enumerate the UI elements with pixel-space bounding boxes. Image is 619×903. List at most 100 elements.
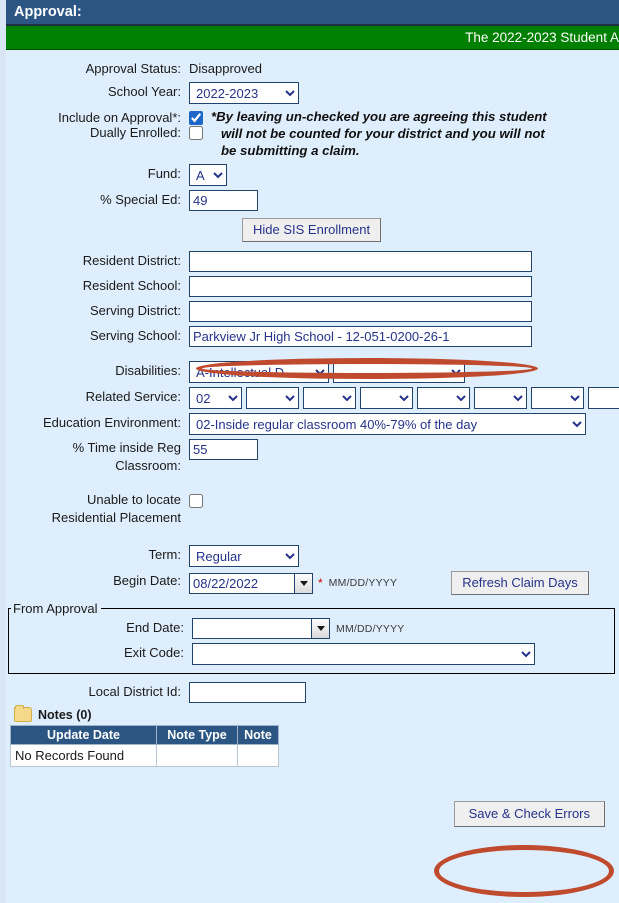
row-serving-district: Serving District: (6, 301, 619, 322)
row-pct-time-inside: % Time inside Reg Classroom: (6, 439, 619, 475)
notes-cell-update-date: No Records Found (10, 744, 157, 767)
resident-district-label: Resident District: (82, 253, 181, 268)
unable-to-locate-label: Unable to locate Residential Placement (6, 491, 189, 527)
unable-to-locate-label-line-2: Residential Placement (51, 510, 181, 525)
term-select[interactable]: Regular (189, 545, 299, 567)
row-school-year: School Year: 2022-2023 (6, 82, 619, 104)
refresh-claim-days-button[interactable]: Refresh Claim Days (451, 571, 589, 595)
related-service-select-7[interactable] (531, 387, 584, 409)
end-date-input[interactable] (192, 618, 311, 639)
row-serving-school: Serving School: (6, 326, 619, 347)
status-banner-text: The 2022-2023 Student Approvals Data i (465, 30, 619, 45)
row-resident-district: Resident District: (6, 251, 619, 272)
row-approval-status: Approval Status: Disapproved (6, 59, 619, 78)
page-content: Approval: The 2022-2023 Student Approval… (6, 0, 619, 903)
dually-enrolled-checkbox[interactable] (189, 126, 203, 140)
local-district-id-input[interactable] (189, 682, 306, 703)
approval-form: Approval Status: Disapproved School Year… (6, 50, 619, 857)
fund-label: Fund: (147, 166, 181, 181)
from-approval-fieldset: From Approval End Date: MM/DD/YYYY Exit … (8, 601, 615, 674)
serving-district-input[interactable] (189, 301, 532, 322)
related-service-select-1[interactable]: 02 (189, 387, 242, 409)
related-service-select-2[interactable] (246, 387, 299, 409)
notes-column-update-date: Update Date (10, 725, 157, 745)
dually-enrolled-label: Dually Enrolled: (89, 125, 181, 140)
resident-school-input[interactable] (189, 276, 532, 297)
pct-special-ed-input[interactable] (189, 190, 258, 211)
row-fund: Fund: A (6, 164, 619, 186)
pct-time-inside-input[interactable] (189, 439, 258, 460)
pct-time-inside-label-line-1: % Time inside Reg (72, 440, 181, 455)
folder-icon (14, 705, 32, 722)
notes-column-note-type: Note Type (156, 725, 238, 745)
page-title-bar: Approval: (6, 0, 619, 26)
begin-date-format-hint: MM/DD/YYYY (328, 577, 398, 589)
row-unable-to-locate: Unable to locate Residential Placement (6, 491, 619, 527)
row-hide-sis: Hide SIS Enrollment (6, 218, 619, 242)
from-approval-legend: From Approval (13, 601, 98, 616)
serving-school-input[interactable] (189, 326, 532, 347)
row-related-service: Related Service: 02 (6, 387, 619, 409)
pct-time-inside-label-line-2: Classroom: (115, 458, 181, 473)
end-date-format-hint: MM/DD/YYYY (336, 622, 405, 635)
related-service-select-5[interactable] (417, 387, 470, 409)
row-pct-special-ed: % Special Ed: (6, 190, 619, 211)
row-education-environment: Education Environment: 02-Inside regular… (6, 413, 619, 435)
begin-date-picker[interactable] (189, 572, 313, 594)
disabilities-label: Disabilities: (115, 363, 181, 378)
pct-time-inside-label: % Time inside Reg Classroom: (6, 439, 189, 475)
row-disabilities: Disabilities: A-Intellectual D (6, 361, 619, 383)
disability-select-2[interactable] (333, 361, 465, 383)
hide-sis-enrollment-button[interactable]: Hide SIS Enrollment (242, 218, 382, 242)
begin-date-input[interactable] (189, 572, 294, 594)
notes-column-note: Note (237, 725, 279, 745)
related-service-group: 02 (189, 387, 619, 409)
row-dually-enrolled: Dually Enrolled: (6, 123, 619, 142)
pct-special-ed-label: % Special Ed: (100, 192, 181, 207)
row-exit-code: Exit Code: (9, 643, 614, 665)
end-date-picker[interactable] (192, 618, 330, 639)
exit-code-label: Exit Code: (124, 645, 184, 660)
row-begin-date: Begin Date: * MM/DD/YYYY Refresh Claim D… (6, 571, 619, 595)
fund-select[interactable]: A (189, 164, 227, 186)
serving-district-label: Serving District: (89, 303, 181, 318)
education-environment-select[interactable]: 02-Inside regular classroom 40%-79% of t… (189, 413, 586, 435)
school-year-select[interactable]: 2022-2023 (189, 82, 299, 104)
notes-cell-note-type (156, 744, 238, 767)
notes-label: Notes (0) (38, 707, 92, 722)
related-service-select-3[interactable] (303, 387, 356, 409)
serving-school-label: Serving School: (89, 328, 181, 343)
notes-table-header-row: Update Date Note Type Note (10, 725, 279, 745)
end-date-calendar-icon[interactable] (311, 618, 330, 639)
local-district-id-label: Local District Id: (88, 684, 181, 699)
table-row: No Records Found (10, 744, 279, 767)
unable-to-locate-label-line-1: Unable to locate (87, 492, 181, 507)
end-date-label: End Date: (126, 620, 184, 635)
related-service-select-4[interactable] (360, 387, 413, 409)
resident-school-label: Resident School: (82, 278, 181, 293)
status-banner: The 2022-2023 Student Approvals Data i (6, 26, 619, 50)
notes-table: Update Date Note Type Note No Records Fo… (10, 725, 279, 767)
row-term: Term: Regular (6, 545, 619, 567)
disability-select-1[interactable]: A-Intellectual D (189, 361, 329, 383)
begin-date-calendar-icon[interactable] (294, 572, 313, 594)
approval-warning-line-3: be submitting a claim. (221, 143, 360, 158)
related-service-label: Related Service: (85, 389, 181, 404)
unable-to-locate-checkbox[interactable] (189, 494, 203, 508)
save-and-check-errors-button[interactable]: Save & Check Errors (453, 801, 605, 827)
resident-district-input[interactable] (189, 251, 532, 272)
term-label: Term: (148, 547, 182, 562)
related-service-select-8[interactable] (588, 387, 619, 409)
exit-code-select[interactable] (192, 643, 535, 665)
education-environment-label: Education Environment: (42, 415, 181, 430)
save-area: Save & Check Errors (6, 767, 619, 857)
row-resident-school: Resident School: (6, 276, 619, 297)
approval-status-value: Disapproved (189, 61, 262, 76)
school-year-label: School Year: (107, 84, 181, 99)
page-title: Approval: (14, 4, 82, 20)
notes-toggle[interactable]: Notes (0) (14, 705, 619, 722)
related-service-select-6[interactable] (474, 387, 527, 409)
approval-screen: Approval: The 2022-2023 Student Approval… (0, 0, 619, 903)
notes-cell-note (237, 744, 279, 767)
row-local-district-id: Local District Id: (6, 682, 619, 703)
